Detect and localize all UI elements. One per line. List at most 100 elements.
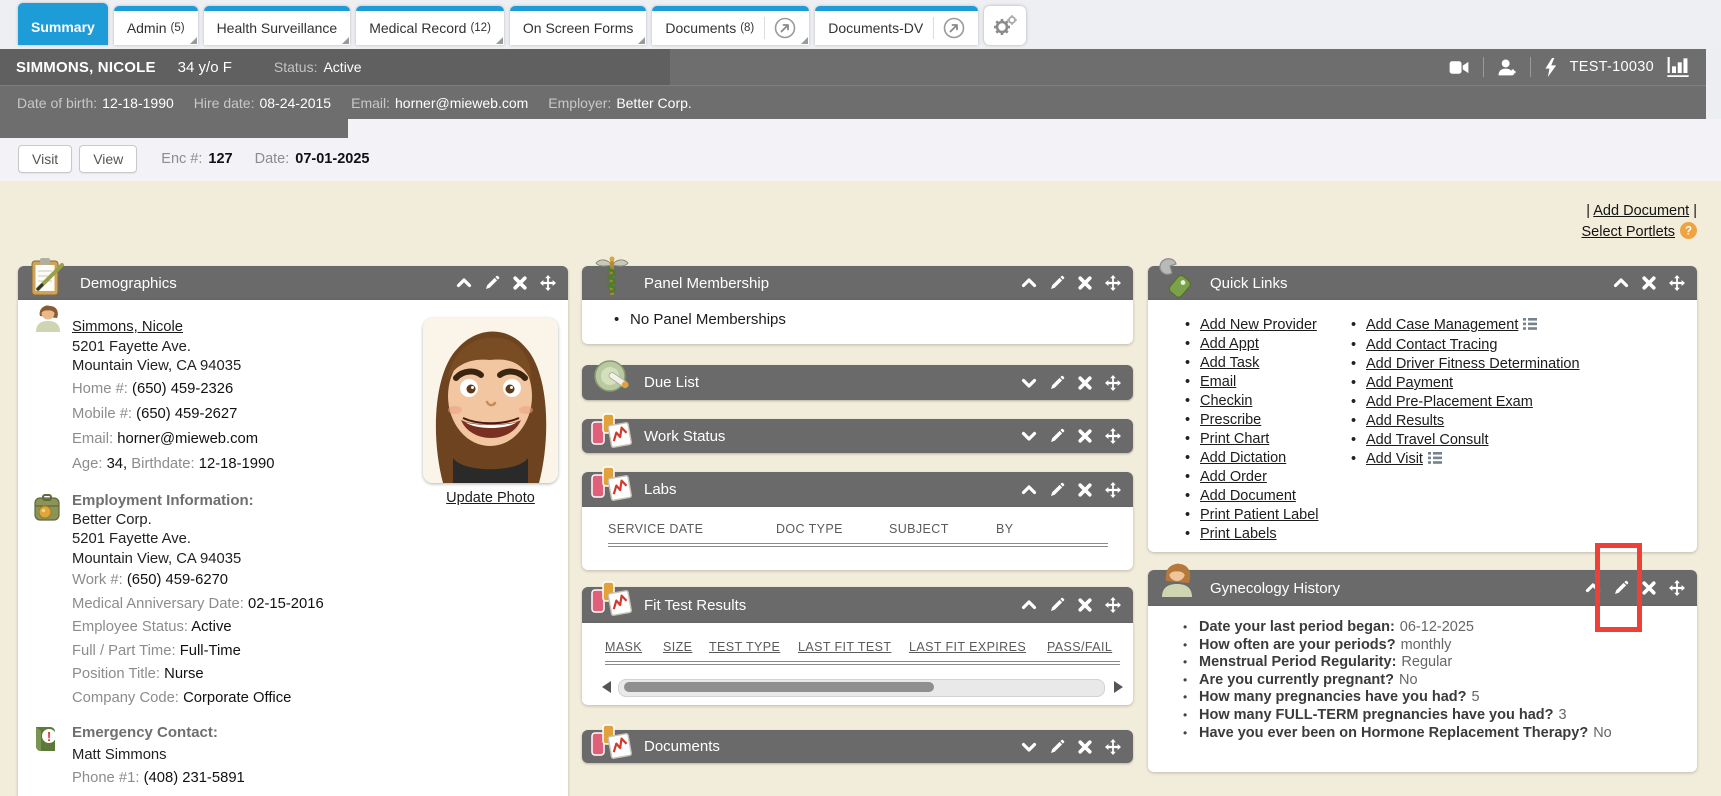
- tab-summary[interactable]: Summary: [18, 3, 108, 45]
- add-document-link[interactable]: Add Document: [1200, 488, 1296, 504]
- list-item: Add New Provider: [1184, 316, 1319, 335]
- move-icon[interactable]: [1105, 275, 1121, 291]
- close-icon[interactable]: [1077, 428, 1093, 444]
- fit-col-last-fit-expires[interactable]: LAST FIT EXPIRES: [909, 640, 1026, 654]
- collapse-icon[interactable]: [1613, 275, 1629, 291]
- add-task-link[interactable]: Add Task: [1200, 355, 1259, 371]
- medical-anniversary: 02-15-2016: [248, 596, 324, 612]
- add-order-link[interactable]: Add Order: [1200, 469, 1267, 485]
- add-results-link[interactable]: Add Results: [1366, 413, 1444, 429]
- fit-col-mask[interactable]: MASK: [605, 640, 642, 654]
- edit-icon[interactable]: [1049, 275, 1065, 291]
- video-call-icon[interactable]: [1448, 60, 1470, 75]
- hire-date-value: 08-24-2015: [259, 95, 331, 111]
- tab-documents[interactable]: Documents(8): [652, 6, 809, 45]
- fit-col-last-fit-test[interactable]: LAST FIT TEST: [798, 640, 891, 654]
- collapse-icon[interactable]: [1021, 597, 1037, 613]
- tab-health-surveillance[interactable]: Health Surveillance: [204, 6, 351, 45]
- tab-medical-record[interactable]: Medical Record(12): [356, 6, 504, 45]
- add-document-link[interactable]: Add Document: [1593, 203, 1689, 219]
- header-remnant-strip: [0, 119, 348, 138]
- view-button[interactable]: View: [79, 145, 137, 173]
- select-portlets-link[interactable]: Select Portlets: [1582, 224, 1676, 240]
- fit-col-size[interactable]: SIZE: [663, 640, 692, 654]
- add-driver-fitness-link[interactable]: Add Driver Fitness Determination: [1366, 356, 1580, 372]
- labs-col-subject: SUBJECT: [889, 522, 949, 536]
- close-icon[interactable]: [512, 275, 528, 291]
- chart-stats-icon[interactable]: [1667, 57, 1689, 77]
- print-chart-link[interactable]: Print Chart: [1200, 431, 1269, 447]
- fit-col-pass-fail[interactable]: PASS/FAIL: [1047, 640, 1112, 654]
- add-travel-consult-link[interactable]: Add Travel Consult: [1366, 432, 1489, 448]
- close-icon[interactable]: [1077, 739, 1093, 755]
- add-dictation-link[interactable]: Add Dictation: [1200, 450, 1286, 466]
- close-icon[interactable]: [1077, 482, 1093, 498]
- checkin-link[interactable]: Checkin: [1200, 393, 1252, 409]
- add-pre-placement-exam-link[interactable]: Add Pre-Placement Exam: [1366, 394, 1533, 410]
- scroll-left-arrow[interactable]: [602, 681, 611, 693]
- add-new-provider-link[interactable]: Add New Provider: [1200, 317, 1317, 333]
- list-item: Have you ever been on Hormone Replacemen…: [1182, 725, 1612, 743]
- open-in-new-window-icon[interactable]: [933, 17, 965, 39]
- close-icon[interactable]: [1641, 580, 1657, 596]
- collapse-icon[interactable]: [456, 275, 472, 291]
- tab-on-screen-forms[interactable]: On Screen Forms: [510, 6, 646, 45]
- quick-actions-lightning-icon[interactable]: [1544, 58, 1557, 77]
- enc-value: 127: [208, 151, 232, 167]
- move-icon[interactable]: [540, 275, 556, 291]
- collapse-icon[interactable]: [1021, 482, 1037, 498]
- tab-settings-button[interactable]: [984, 6, 1026, 45]
- move-icon[interactable]: [1105, 428, 1121, 444]
- expand-icon[interactable]: [1021, 428, 1037, 444]
- close-icon[interactable]: [1077, 375, 1093, 391]
- print-labels-link[interactable]: Print Labels: [1200, 526, 1277, 542]
- close-icon[interactable]: [1077, 275, 1093, 291]
- mobile-phone: (650) 459-2627: [136, 406, 237, 422]
- move-icon[interactable]: [1669, 275, 1685, 291]
- tab-admin[interactable]: Admin(5): [114, 6, 198, 45]
- update-photo-link[interactable]: Update Photo: [446, 490, 535, 506]
- close-icon[interactable]: [1641, 275, 1657, 291]
- employee-status: Active: [191, 619, 231, 635]
- edit-icon[interactable]: [484, 275, 500, 291]
- add-case-management-link[interactable]: Add Case Management: [1366, 317, 1518, 333]
- quick-links-column-1: Add New Provider Add Appt Add Task Email…: [1184, 316, 1319, 544]
- visit-button[interactable]: Visit: [18, 145, 72, 173]
- prescribe-link[interactable]: Prescribe: [1200, 412, 1261, 428]
- move-icon[interactable]: [1105, 482, 1121, 498]
- tab-documents-dv[interactable]: Documents-DV: [815, 6, 978, 45]
- move-icon[interactable]: [1105, 597, 1121, 613]
- caduceus-icon: [590, 255, 634, 299]
- move-icon[interactable]: [1105, 375, 1121, 391]
- move-icon[interactable]: [1669, 580, 1685, 596]
- expand-icon[interactable]: [1021, 375, 1037, 391]
- horizontal-scrollbar[interactable]: [618, 679, 1105, 697]
- edit-icon[interactable]: [1049, 597, 1065, 613]
- list-icon[interactable]: [1523, 317, 1537, 336]
- edit-icon[interactable]: [1049, 375, 1065, 391]
- fit-col-test-type[interactable]: TEST TYPE: [709, 640, 780, 654]
- edit-icon[interactable]: [1049, 482, 1065, 498]
- tab-dogear: [638, 37, 645, 44]
- move-icon[interactable]: [1105, 739, 1121, 755]
- add-appt-link[interactable]: Add Appt: [1200, 336, 1259, 352]
- close-icon[interactable]: [1077, 597, 1093, 613]
- scroll-right-arrow[interactable]: [1114, 681, 1123, 693]
- add-payment-link[interactable]: Add Payment: [1366, 375, 1453, 391]
- open-in-new-window-icon[interactable]: [764, 17, 796, 39]
- email-link[interactable]: Email: [1200, 374, 1236, 390]
- scrollbar-thumb[interactable]: [624, 682, 934, 692]
- collapse-icon[interactable]: [1021, 275, 1037, 291]
- edit-icon[interactable]: [1049, 739, 1065, 755]
- list-icon[interactable]: [1428, 451, 1442, 470]
- patient-name-link[interactable]: Simmons, Nicole: [72, 319, 183, 335]
- help-icon[interactable]: ?: [1680, 222, 1697, 246]
- add-person-icon[interactable]: [1497, 59, 1517, 76]
- expand-icon[interactable]: [1021, 739, 1037, 755]
- add-visit-link[interactable]: Add Visit: [1366, 451, 1423, 467]
- meds-chart-icon: [590, 408, 634, 452]
- add-contact-tracing-link[interactable]: Add Contact Tracing: [1366, 337, 1497, 353]
- portlet-due-list: Due List: [582, 365, 1133, 400]
- print-patient-label-link[interactable]: Print Patient Label: [1200, 507, 1319, 523]
- edit-icon[interactable]: [1049, 428, 1065, 444]
